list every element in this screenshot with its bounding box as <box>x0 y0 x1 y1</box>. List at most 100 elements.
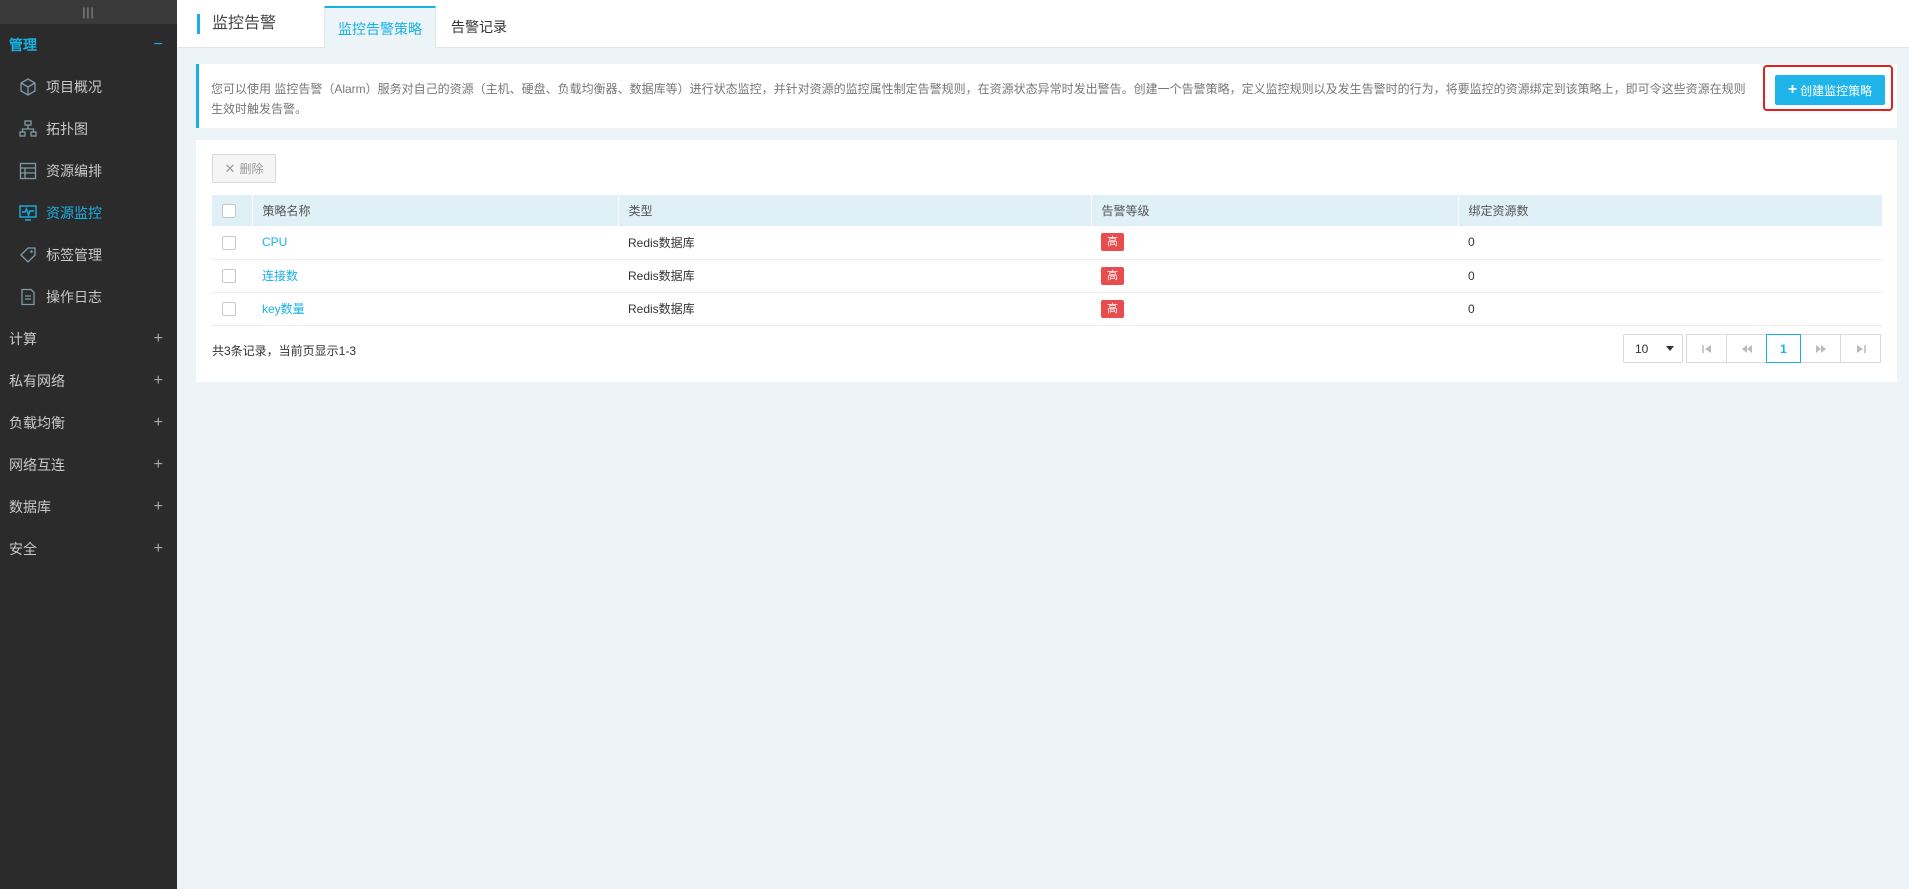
bound-resource-count: 0 <box>1458 292 1882 326</box>
first-page-button[interactable] <box>1686 334 1727 363</box>
table-row: key数量 Redis数据库 高 0 <box>212 292 1882 326</box>
orchestration-icon <box>18 161 38 181</box>
col-header-level[interactable]: 告警等级 <box>1090 195 1458 226</box>
sidebar-group-label: 网络互连 <box>9 457 65 473</box>
row-select-cell <box>212 259 252 293</box>
sidebar-item-project-overview[interactable]: 项目概况 <box>0 66 177 108</box>
policy-type: Redis数据库 <box>618 226 1091 260</box>
col-header-type[interactable]: 类型 <box>617 195 1091 226</box>
sidebar-group-label: 数据库 <box>9 499 51 515</box>
policy-table-panel: ✕ 删除 策略名称 类型 告警等级 绑定资源数 CPU Redis数据库 高 0 <box>196 140 1897 382</box>
alarm-level-cell: 高 <box>1091 226 1458 260</box>
row-select-cell <box>212 292 252 326</box>
next-page-icon <box>1815 344 1826 353</box>
alarm-level-badge: 高 <box>1101 299 1124 318</box>
sidebar-group-manage[interactable]: 管理 − <box>0 24 177 66</box>
header: 监控告警 监控告警策略 告警记录 <box>177 0 1909 48</box>
last-page-icon <box>1856 344 1866 353</box>
sidebar-item-label: 资源监控 <box>46 205 102 221</box>
create-button-highlight: + 创建监控策略 <box>1763 65 1893 111</box>
expand-icon: + <box>153 330 163 347</box>
alarm-level-cell: 高 <box>1091 292 1458 326</box>
page-size-select[interactable]: 10 <box>1623 334 1683 363</box>
prev-page-button[interactable] <box>1726 334 1767 363</box>
sidebar-item-resource-monitor[interactable]: 资源监控 <box>0 192 177 234</box>
alarm-level-badge: 高 <box>1101 266 1124 285</box>
sidebar-group-interconnect[interactable]: 网络互连 + <box>0 444 177 486</box>
table-header-row: 策略名称 类型 告警等级 绑定资源数 <box>212 195 1882 226</box>
select-all-checkbox[interactable] <box>222 203 236 218</box>
sidebar-item-label: 拓扑图 <box>46 121 88 137</box>
row-checkbox[interactable] <box>222 301 236 316</box>
create-policy-label: 创建监控策略 <box>1800 83 1873 98</box>
row-checkbox[interactable] <box>222 268 236 283</box>
sidebar-item-topology[interactable]: 拓扑图 <box>0 108 177 150</box>
log-icon <box>18 287 38 307</box>
sidebar-group-database[interactable]: 数据库 + <box>0 486 177 528</box>
prev-page-icon <box>1741 344 1752 353</box>
bound-resource-count: 0 <box>1458 259 1882 293</box>
expand-icon: + <box>153 372 163 389</box>
info-panel: 您可以使用 监控告警（Alarm）服务对自己的资源（主机、硬盘、负载均衡器、数据… <box>196 64 1897 128</box>
bound-resource-count: 0 <box>1458 226 1882 260</box>
tab-alarm-policies[interactable]: 监控告警策略 <box>324 6 436 48</box>
first-page-icon <box>1701 344 1711 353</box>
info-description: 您可以使用 监控告警（Alarm）服务对自己的资源（主机、硬盘、负载均衡器、数据… <box>211 82 1746 116</box>
policy-name-link[interactable]: CPU <box>262 235 287 249</box>
expand-icon: + <box>153 414 163 431</box>
sidebar-item-label: 标签管理 <box>46 247 102 263</box>
sidebar-item-tags[interactable]: 标签管理 <box>0 234 177 276</box>
tab-bar: 监控告警策略 告警记录 <box>324 6 522 48</box>
sidebar-group-security[interactable]: 安全 + <box>0 528 177 570</box>
table-row: 连接数 Redis数据库 高 0 <box>212 259 1882 293</box>
collapse-icon: − <box>153 36 163 53</box>
policy-name-cell: CPU <box>252 226 618 260</box>
table-row: CPU Redis数据库 高 0 <box>212 226 1882 260</box>
sidebar-item-label: 项目概况 <box>46 79 102 95</box>
expand-icon: + <box>153 498 163 515</box>
delete-label: 删除 <box>239 162 264 176</box>
policy-table: 策略名称 类型 告警等级 绑定资源数 CPU Redis数据库 高 0 连接数 … <box>212 195 1882 326</box>
caret-down-icon <box>1666 346 1674 351</box>
alarm-level-cell: 高 <box>1091 259 1458 293</box>
col-header-bound-count[interactable]: 绑定资源数 <box>1457 195 1882 226</box>
expand-icon: + <box>153 540 163 557</box>
sidebar: ||| 管理 − 项目概况 拓扑图 资源编排 资源监控 标签管理 操作日志 计算… <box>0 0 177 889</box>
last-page-button[interactable] <box>1840 334 1881 363</box>
sidebar-group-vpc[interactable]: 私有网络 + <box>0 360 177 402</box>
policy-type: Redis数据库 <box>618 292 1091 326</box>
create-policy-button[interactable]: + 创建监控策略 <box>1775 75 1885 105</box>
page-size-value: 10 <box>1635 341 1649 356</box>
page-number-button[interactable]: 1 <box>1766 334 1801 363</box>
sidebar-item-operation-log[interactable]: 操作日志 <box>0 276 177 318</box>
sidebar-collapse-toggle[interactable]: ||| <box>0 0 177 24</box>
sidebar-item-label: 资源编排 <box>46 163 102 179</box>
sidebar-item-orchestration[interactable]: 资源编排 <box>0 150 177 192</box>
alarm-level-badge: 高 <box>1101 233 1124 252</box>
sidebar-group-label: 负载均衡 <box>9 415 65 431</box>
sidebar-group-label: 私有网络 <box>9 373 65 389</box>
col-header-name[interactable]: 策略名称 <box>251 195 618 226</box>
tab-alarm-records[interactable]: 告警记录 <box>438 6 520 48</box>
close-icon: ✕ <box>224 160 236 176</box>
policy-name-cell: key数量 <box>252 292 618 326</box>
policy-name-link[interactable]: key数量 <box>262 302 305 316</box>
monitor-icon <box>18 203 38 223</box>
policy-type: Redis数据库 <box>618 259 1091 293</box>
next-page-button[interactable] <box>1800 334 1841 363</box>
record-summary: 共3条记录，当前页显示1-3 <box>212 344 357 358</box>
policy-name-link[interactable]: 连接数 <box>262 269 298 283</box>
page-title: 监控告警 <box>197 14 276 34</box>
sidebar-group-load-balancer[interactable]: 负载均衡 + <box>0 402 177 444</box>
sidebar-item-label: 操作日志 <box>46 289 102 305</box>
sidebar-group-label: 安全 <box>9 541 37 557</box>
sidebar-group-compute[interactable]: 计算 + <box>0 318 177 360</box>
select-all-cell <box>212 195 252 226</box>
plus-icon: + <box>1787 81 1798 98</box>
row-checkbox[interactable] <box>222 235 236 250</box>
expand-icon: + <box>153 456 163 473</box>
row-select-cell <box>212 226 252 260</box>
sidebar-group-label: 管理 <box>9 37 37 53</box>
cube-icon <box>18 77 38 97</box>
delete-button[interactable]: ✕ 删除 <box>212 154 276 183</box>
